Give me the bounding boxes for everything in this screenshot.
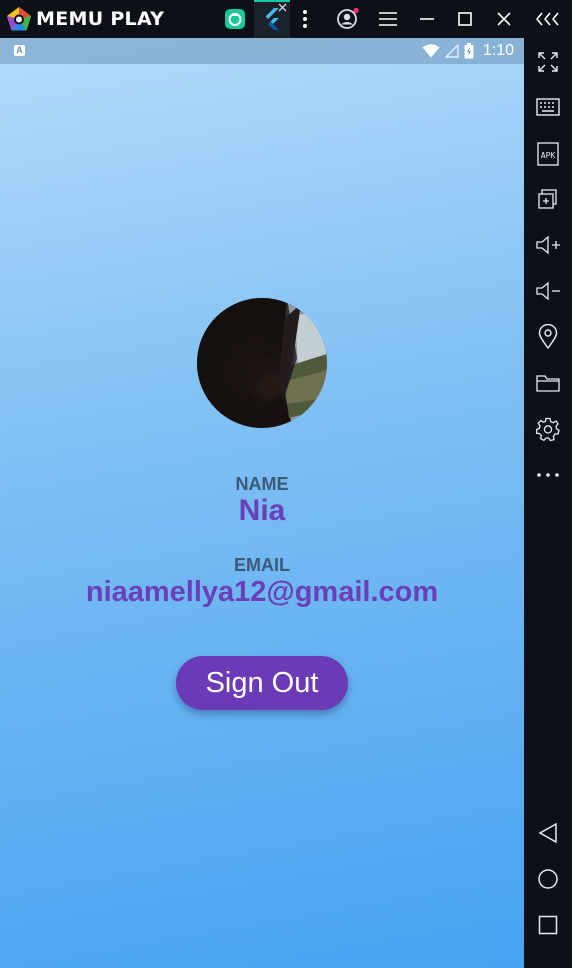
account-button[interactable] xyxy=(330,0,366,38)
account-icon xyxy=(337,7,359,29)
fullscreen-button[interactable] xyxy=(524,42,572,82)
apk-text: APK xyxy=(541,151,556,160)
apk-install-button[interactable]: APK xyxy=(524,134,572,174)
android-back-button[interactable] xyxy=(524,813,572,853)
collapse-sidebar-button[interactable] xyxy=(530,0,566,38)
location-button[interactable] xyxy=(524,317,572,357)
status-bar: A 1:10 xyxy=(0,38,524,64)
maximize-icon xyxy=(458,12,472,26)
volume-down-icon xyxy=(536,281,560,301)
more-options-button[interactable] xyxy=(524,455,572,495)
more-vertical-button[interactable] xyxy=(287,0,323,38)
close-icon xyxy=(497,12,511,26)
volume-up-button[interactable] xyxy=(524,225,572,265)
volume-down-button[interactable] xyxy=(524,271,572,311)
signal-icon xyxy=(444,44,459,58)
memu-logo-icon xyxy=(6,6,32,32)
tab-apps[interactable] xyxy=(218,0,252,38)
settings-button[interactable] xyxy=(524,409,572,449)
home-icon xyxy=(538,869,558,889)
back-icon xyxy=(538,822,557,844)
android-app-icon xyxy=(225,9,245,29)
android-home-button[interactable] xyxy=(524,859,572,899)
notification-a-icon: A xyxy=(14,45,25,56)
android-recents-button[interactable] xyxy=(524,905,572,945)
recents-icon xyxy=(538,915,558,935)
name-value: Nia xyxy=(238,494,286,527)
wifi-icon xyxy=(422,44,440,58)
sign-out-button[interactable]: Sign Out xyxy=(176,656,348,710)
tab-flutter-app[interactable] xyxy=(254,0,290,38)
keyboard-button[interactable] xyxy=(524,87,572,127)
multi-instance-button[interactable] xyxy=(524,179,572,219)
collapse-icon xyxy=(535,12,559,26)
status-bar-right: 1:10 xyxy=(422,40,514,62)
minimize-icon xyxy=(420,18,434,20)
more-vertical-icon xyxy=(303,10,307,28)
menu-button[interactable] xyxy=(370,0,406,38)
folder-button[interactable] xyxy=(524,363,572,403)
settings-icon xyxy=(536,417,560,441)
android-screen: A 1:10 NAME Nia EMAIL niaamellya12@gmail… xyxy=(0,38,524,968)
email-label: EMAIL xyxy=(234,555,290,575)
email-value: niaamellya12@gmail.com xyxy=(85,576,439,608)
fullscreen-icon xyxy=(538,52,558,72)
more-icon xyxy=(537,473,559,477)
volume-up-icon xyxy=(536,235,560,255)
tab-close-icon[interactable] xyxy=(278,3,287,12)
keyboard-icon xyxy=(536,98,560,116)
close-window-button[interactable] xyxy=(486,0,522,38)
emulator-sidebar: APK xyxy=(524,38,572,968)
app-brand-title: MEMU PLAY xyxy=(36,8,165,30)
menu-icon xyxy=(379,12,397,26)
folder-icon xyxy=(536,375,560,392)
name-label: NAME xyxy=(235,474,289,494)
profile-avatar xyxy=(197,298,327,428)
apk-icon: APK xyxy=(537,142,559,166)
maximize-button[interactable] xyxy=(447,0,483,38)
multi-instance-icon xyxy=(538,189,557,209)
location-icon xyxy=(538,324,558,350)
emulator-titlebar: MEMU PLAY xyxy=(0,0,572,38)
status-time: 1:10 xyxy=(482,42,514,59)
battery-icon xyxy=(464,43,474,59)
minimize-button[interactable] xyxy=(409,0,445,38)
